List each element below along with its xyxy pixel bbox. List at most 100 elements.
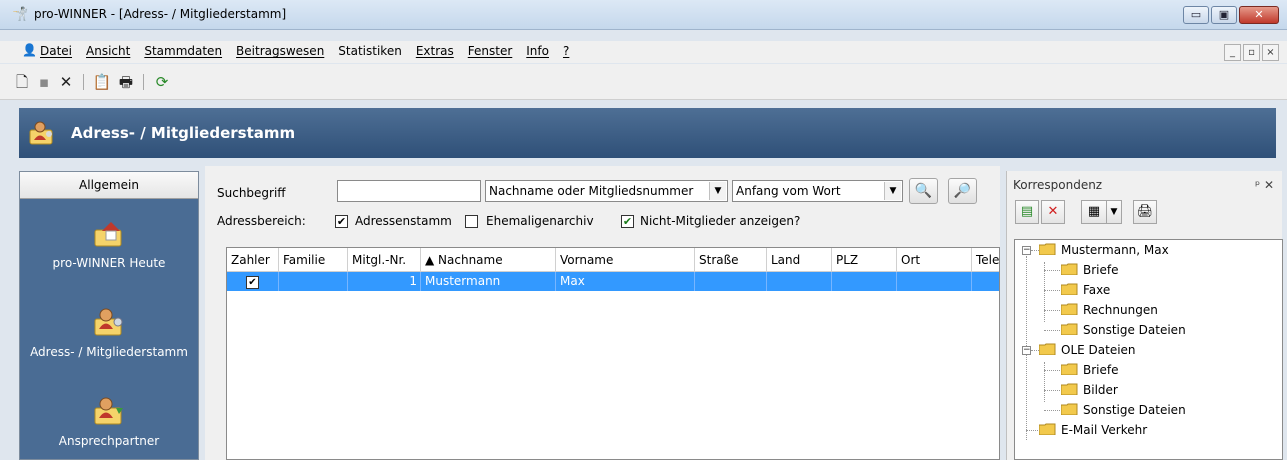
- col-vorname[interactable]: Vorname: [556, 248, 695, 272]
- col-zahler[interactable]: Zahler: [227, 248, 279, 272]
- home-icon: [94, 222, 122, 247]
- col-ort[interactable]: Ort: [897, 248, 972, 272]
- cell-strasse: [695, 272, 767, 291]
- tree-node-label: E-Mail Verkehr: [1061, 423, 1148, 437]
- extended-search-button[interactable]: 🔎: [948, 178, 977, 204]
- search-mode-select[interactable]: Anfang vom Wort ▼: [732, 180, 903, 202]
- tree-node-ole-briefe[interactable]: Briefe: [1061, 363, 1119, 377]
- search-button[interactable]: 🔍: [909, 178, 938, 204]
- col-mitgl-nr[interactable]: Mitgl.-Nr.: [348, 248, 421, 272]
- window-title: pro-WINNER - [Adress- / Mitgliederstamm]: [34, 7, 287, 21]
- nav-item-heute[interactable]: pro-WINNER Heute: [20, 216, 198, 270]
- menu-beitragswesen[interactable]: Beitragswesen: [236, 44, 324, 58]
- left-navigation: Allgemein pro-WINNER Heute Adress- / Mit…: [19, 171, 199, 460]
- menu-statistiken[interactable]: Statistiken: [338, 44, 402, 58]
- tree-node-mustermann[interactable]: Mustermann, Max: [1039, 243, 1169, 257]
- folder-icon: [1061, 283, 1078, 295]
- search-input[interactable]: [337, 180, 481, 202]
- mdi-close-button[interactable]: ×: [1262, 44, 1279, 61]
- new-document-button[interactable]: ▤: [1015, 200, 1039, 224]
- print-icon[interactable]: 🖶: [116, 72, 136, 92]
- menu-help[interactable]: ?: [563, 44, 569, 58]
- menu-info[interactable]: Info: [526, 44, 549, 58]
- tree-node-label: Briefe: [1083, 363, 1119, 377]
- korrespondenz-tree[interactable]: − − Mustermann, Max Briefe Faxe Rechnung…: [1014, 239, 1283, 460]
- tree-connector: [1031, 250, 1039, 251]
- tree-connector: [1044, 330, 1060, 331]
- tree-node-rechnungen[interactable]: Rechnungen: [1061, 303, 1158, 317]
- close-button[interactable]: ✕: [1239, 6, 1279, 24]
- cell-plz: [832, 272, 897, 291]
- cell-zahler[interactable]: ✔: [227, 272, 279, 291]
- menu-datei[interactable]: Datei: [40, 44, 72, 58]
- delete-button[interactable]: ✕: [1041, 200, 1065, 224]
- chevron-down-icon[interactable]: ▼: [709, 182, 726, 200]
- zahler-checkbox[interactable]: ✔: [246, 276, 259, 289]
- menu-extras[interactable]: Extras: [416, 44, 454, 58]
- nav-item-ansprechpartner[interactable]: Ansprechpartner: [20, 394, 198, 448]
- tree-connector: [1044, 262, 1045, 322]
- ehemaligenarchiv-checkbox[interactable]: [465, 215, 478, 228]
- tree-connector: [1044, 290, 1060, 291]
- list-view-icon: ▦: [1087, 204, 1101, 219]
- tree-connector: [1026, 430, 1040, 431]
- nicht-mitglieder-checkbox[interactable]: ✔: [621, 215, 634, 228]
- members-table[interactable]: Zahler Familie Mitgl.-Nr. ▲ Nachname Vor…: [226, 247, 1000, 460]
- cell-vorname: Max: [556, 272, 695, 291]
- scan-button[interactable]: 🖨: [1133, 200, 1157, 224]
- adressenstamm-label: Adressenstamm: [355, 214, 452, 228]
- nav-group-header[interactable]: Allgemein: [20, 172, 198, 199]
- tree-node-faxe[interactable]: Faxe: [1061, 283, 1110, 297]
- folder-icon: [1061, 383, 1078, 395]
- search-field-select[interactable]: Nachname oder Mitgliedsnummer ▼: [485, 180, 728, 202]
- minimize-button[interactable]: ▭: [1183, 6, 1209, 24]
- contact-icon: [94, 397, 123, 425]
- col-strasse[interactable]: Straße: [695, 248, 767, 272]
- save-icon[interactable]: ▪: [34, 72, 54, 92]
- mdi-minimize-button[interactable]: _: [1224, 44, 1241, 61]
- korrespondenz-panel: Korrespondenz ᵖ ✕ ▤ ✕ ▦ ▼ 🖨 − − Musterma…: [1006, 171, 1283, 460]
- nav-item-mitgliederstamm[interactable]: Adress- / Mitgliederstamm: [20, 305, 198, 359]
- col-plz[interactable]: PLZ: [832, 248, 897, 272]
- chevron-down-icon[interactable]: ▼: [884, 182, 901, 200]
- new-document-icon: ▤: [1020, 204, 1034, 219]
- col-telefon[interactable]: Tele: [972, 248, 999, 272]
- menu-stammdaten[interactable]: Stammdaten: [144, 44, 222, 58]
- nicht-mitglieder-label: Nicht-Mitglieder anzeigen?: [640, 214, 801, 228]
- delete-icon: ✕: [1047, 204, 1059, 219]
- view-dropdown[interactable]: ▼: [1106, 200, 1122, 224]
- delete-icon[interactable]: ✕: [56, 72, 76, 92]
- view-button[interactable]: ▦: [1081, 200, 1107, 224]
- tree-node-ole-sonstige[interactable]: Sonstige Dateien: [1061, 403, 1186, 417]
- refresh-icon[interactable]: ⟳: [152, 72, 172, 92]
- tree-node-sonstige[interactable]: Sonstige Dateien: [1061, 323, 1186, 337]
- properties-icon[interactable]: 📋: [92, 72, 112, 92]
- maximize-button[interactable]: ▣: [1211, 6, 1237, 24]
- panel-pin-close-controls[interactable]: ᵖ ✕: [1255, 178, 1274, 192]
- tree-node-label: Briefe: [1083, 263, 1119, 277]
- menu-fenster[interactable]: Fenster: [468, 44, 513, 58]
- menu-ansicht[interactable]: Ansicht: [86, 44, 130, 58]
- tree-node-label: Sonstige Dateien: [1083, 323, 1186, 337]
- new-document-icon[interactable]: 🗋: [12, 72, 32, 92]
- tree-node-ole-dateien[interactable]: OLE Dateien: [1039, 343, 1136, 357]
- mdi-controls: _ ▫ ×: [1224, 44, 1279, 61]
- tree-node-email[interactable]: E-Mail Verkehr: [1039, 423, 1147, 437]
- page-header: Adress- / Mitgliederstamm: [19, 108, 1276, 158]
- folder-icon: [1061, 363, 1078, 375]
- tree-connector: [1044, 370, 1060, 371]
- collapse-icon[interactable]: −: [1022, 246, 1031, 255]
- tree-node-ole-bilder[interactable]: Bilder: [1061, 383, 1118, 397]
- tree-node-label: Sonstige Dateien: [1083, 403, 1186, 417]
- table-row[interactable]: ✔ 1 Mustermann Max: [227, 272, 999, 291]
- collapse-icon[interactable]: −: [1022, 346, 1031, 355]
- folder-icon: [1061, 323, 1078, 335]
- col-nachname[interactable]: ▲ Nachname: [421, 248, 556, 272]
- col-familie[interactable]: Familie: [279, 248, 348, 272]
- tree-connector: [1044, 410, 1060, 411]
- col-land[interactable]: Land: [767, 248, 832, 272]
- tree-node-briefe[interactable]: Briefe: [1061, 263, 1119, 277]
- mdi-restore-button[interactable]: ▫: [1243, 44, 1260, 61]
- menu-app-icon[interactable]: 👤: [22, 43, 37, 57]
- adressenstamm-checkbox[interactable]: ✔: [335, 215, 348, 228]
